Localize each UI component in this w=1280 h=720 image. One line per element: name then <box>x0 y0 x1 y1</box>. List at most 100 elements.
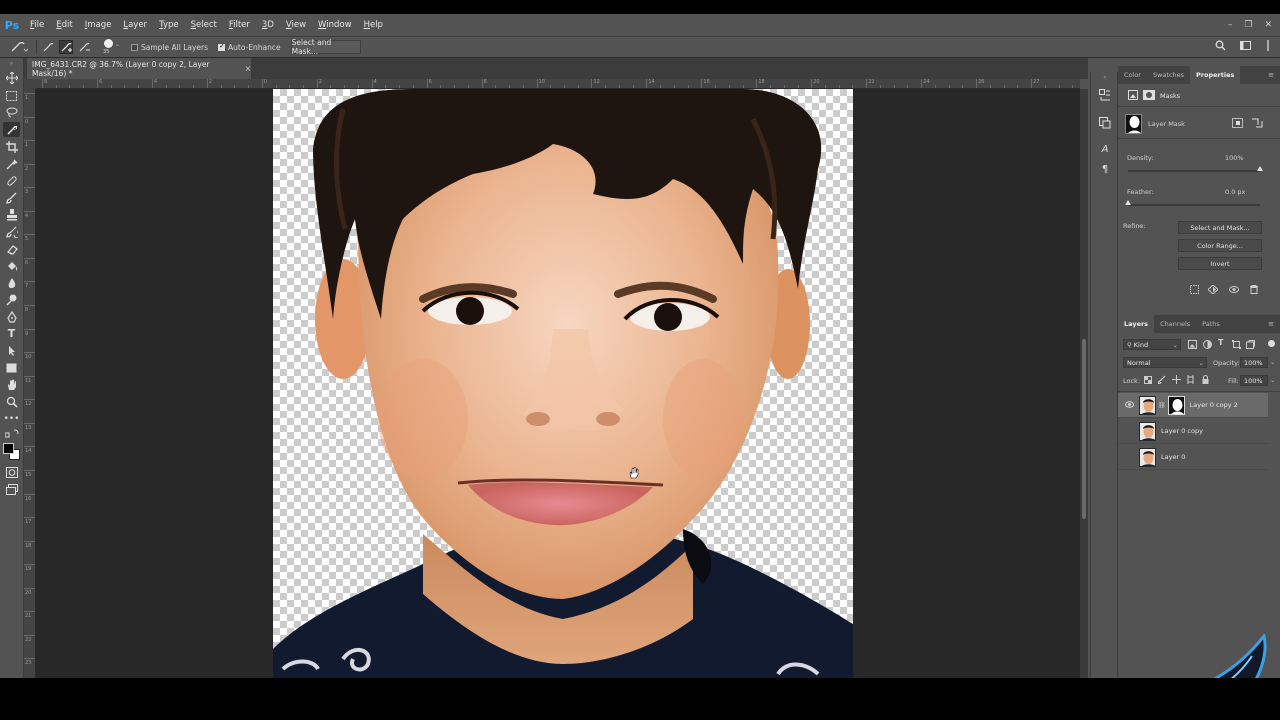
layer-row[interactable]: Layer 0 copy <box>1118 419 1268 444</box>
quick-selection-tool-icon[interactable] <box>3 122 20 137</box>
quick-mask-icon[interactable] <box>3 465 20 480</box>
color-swatches[interactable] <box>2 442 22 460</box>
menu-layer[interactable]: Layer <box>117 14 153 36</box>
brush-tool-icon[interactable] <box>3 190 20 205</box>
workspace-icon[interactable] <box>1240 40 1252 51</box>
tab-color[interactable]: Color <box>1118 66 1147 84</box>
filter-pixel-layer-icon[interactable] <box>1188 340 1197 351</box>
filter-shape-layer-icon[interactable] <box>1232 340 1241 351</box>
pixel-mask-icon[interactable] <box>1128 90 1138 100</box>
horizontal-ruler[interactable]: 8 6 4 2 0 2 4 6 8 10 12 14 16 18 20 22 24 26 27 <box>36 79 1080 89</box>
hand-tool-icon[interactable] <box>3 377 20 392</box>
new-selection-brush-icon[interactable] <box>41 40 55 54</box>
select-mask-icon[interactable] <box>1232 118 1243 128</box>
vector-mask-icon[interactable] <box>1143 90 1155 100</box>
restore-button[interactable]: ❐ <box>1244 20 1252 30</box>
pen-tool-icon[interactable] <box>3 309 20 324</box>
sample-all-layers-option[interactable]: Sample All Layers <box>131 43 208 52</box>
opacity-chevron-icon[interactable]: ⌄ <box>1270 358 1275 366</box>
tab-properties[interactable]: Properties <box>1190 66 1241 84</box>
layer-mask-thumbnail[interactable] <box>1125 114 1142 134</box>
document-tab[interactable]: IMG_6431.CR2 @ 36.7% (Layer 0 copy 2, La… <box>27 58 251 79</box>
document-canvas[interactable] <box>273 89 853 678</box>
menu-3d[interactable]: 3D <box>256 14 280 36</box>
swap-colors-icon[interactable] <box>3 428 20 438</box>
character-panel-icon[interactable]: A <box>1097 142 1113 156</box>
layer-thumbnail[interactable] <box>1139 395 1156 415</box>
menu-view[interactable]: View <box>280 14 312 36</box>
density-value[interactable]: 100% <box>1225 154 1244 162</box>
paragraph-panel-icon[interactable]: ¶ <box>1097 162 1113 176</box>
eye-icon[interactable] <box>1122 400 1136 410</box>
blur-tool-icon[interactable] <box>3 275 20 290</box>
delete-mask-icon[interactable] <box>1250 285 1258 296</box>
layer-thumbnail[interactable] <box>1139 421 1156 441</box>
color-range-button[interactable]: Color Range... <box>1178 239 1262 252</box>
panel-menu-icon[interactable]: ≡ <box>1268 66 1274 84</box>
layer-mask-thumbnail[interactable] <box>1167 395 1185 415</box>
tab-swatches[interactable]: Swatches <box>1147 66 1190 84</box>
add-to-selection-brush-icon[interactable] <box>59 40 73 54</box>
feather-slider-handle[interactable] <box>1125 200 1131 205</box>
apply-mask-bottom-icon[interactable] <box>1207 284 1219 296</box>
scrollbar-thumb[interactable] <box>1082 339 1086 519</box>
auto-enhance-option[interactable]: Auto-Enhance <box>218 42 281 52</box>
layer-row[interactable]: ⛓ Layer 0 copy 2 <box>1118 393 1268 418</box>
feather-slider[interactable] <box>1128 204 1260 206</box>
filter-adjustment-layer-icon[interactable] <box>1203 340 1212 351</box>
lock-image-pixels-icon[interactable] <box>1157 375 1166 386</box>
select-and-mask-button[interactable]: Select and Mask... <box>290 38 361 56</box>
history-panel-icon[interactable] <box>1097 88 1113 102</box>
menu-type[interactable]: Type <box>153 14 185 36</box>
layer-row[interactable]: Layer 0 <box>1118 445 1268 470</box>
foreground-color-swatch[interactable] <box>3 443 14 454</box>
screen-mode-icon[interactable] <box>3 482 20 497</box>
menu-image[interactable]: Image <box>79 14 118 36</box>
filter-smart-object-icon[interactable] <box>1246 340 1255 351</box>
fill-input[interactable]: 100% <box>1240 375 1268 386</box>
more-tools-icon[interactable]: ••• <box>3 411 20 426</box>
lock-all-icon[interactable] <box>1202 375 1209 386</box>
visibility-toggle[interactable] <box>1122 427 1136 436</box>
eraser-tool-icon[interactable] <box>3 241 20 256</box>
path-selection-tool-icon[interactable] <box>3 343 20 358</box>
canvas-area[interactable] <box>36 89 1080 678</box>
select-and-mask-panel-button[interactable]: Select and Mask... <box>1178 221 1262 234</box>
auto-enhance-checkbox[interactable] <box>218 42 226 51</box>
menu-edit[interactable]: Edit <box>50 14 78 36</box>
lasso-tool-icon[interactable] <box>3 105 20 120</box>
lock-transparent-pixels-icon[interactable] <box>1144 376 1152 386</box>
strip-collapse-icon[interactable]: « <box>1097 74 1113 81</box>
tab-layers[interactable]: Layers <box>1118 315 1155 333</box>
lock-position-icon[interactable] <box>1172 375 1181 386</box>
marquee-tool-icon[interactable] <box>3 88 20 103</box>
rectangle-tool-icon[interactable] <box>3 360 20 375</box>
menu-window[interactable]: Window <box>312 14 358 36</box>
vertical-scrollbar[interactable] <box>1080 89 1088 678</box>
brush-size-picker[interactable]: 35 ⌄ <box>99 37 121 57</box>
subtract-from-selection-brush-icon[interactable] <box>77 40 91 54</box>
filter-type-layer-icon[interactable]: T <box>1218 338 1223 347</box>
mask-link-icon[interactable]: ⛓ <box>1158 402 1166 409</box>
sample-all-layers-checkbox[interactable] <box>131 43 138 51</box>
layer-filter-kind-select[interactable]: ⚲ Kind ⌄ <box>1123 339 1181 350</box>
close-document-icon[interactable]: × <box>245 64 251 73</box>
paint-bucket-tool-icon[interactable] <box>3 258 20 273</box>
move-tool-icon[interactable] <box>3 70 20 85</box>
lock-artboard-icon[interactable] <box>1186 375 1195 386</box>
layer-thumbnail[interactable] <box>1139 447 1156 467</box>
filter-toggle-icon[interactable] <box>1268 340 1275 347</box>
toolbar-collapse-icon[interactable]: » <box>3 60 20 67</box>
healing-brush-tool-icon[interactable] <box>3 173 20 188</box>
menu-select[interactable]: Select <box>185 14 223 36</box>
tool-preset-picker[interactable] <box>8 40 30 54</box>
blend-mode-select[interactable]: Normal ⌄ <box>1123 357 1207 368</box>
apply-mask-icon[interactable] <box>1251 118 1263 129</box>
crop-tool-icon[interactable] <box>3 139 20 154</box>
feather-value[interactable]: 0.0 px <box>1225 188 1245 196</box>
menu-file[interactable]: File <box>24 14 50 36</box>
dodge-tool-icon[interactable] <box>3 292 20 307</box>
minimize-button[interactable]: – <box>1228 20 1233 30</box>
zoom-tool-icon[interactable] <box>3 394 20 409</box>
menu-filter[interactable]: Filter <box>223 14 256 36</box>
